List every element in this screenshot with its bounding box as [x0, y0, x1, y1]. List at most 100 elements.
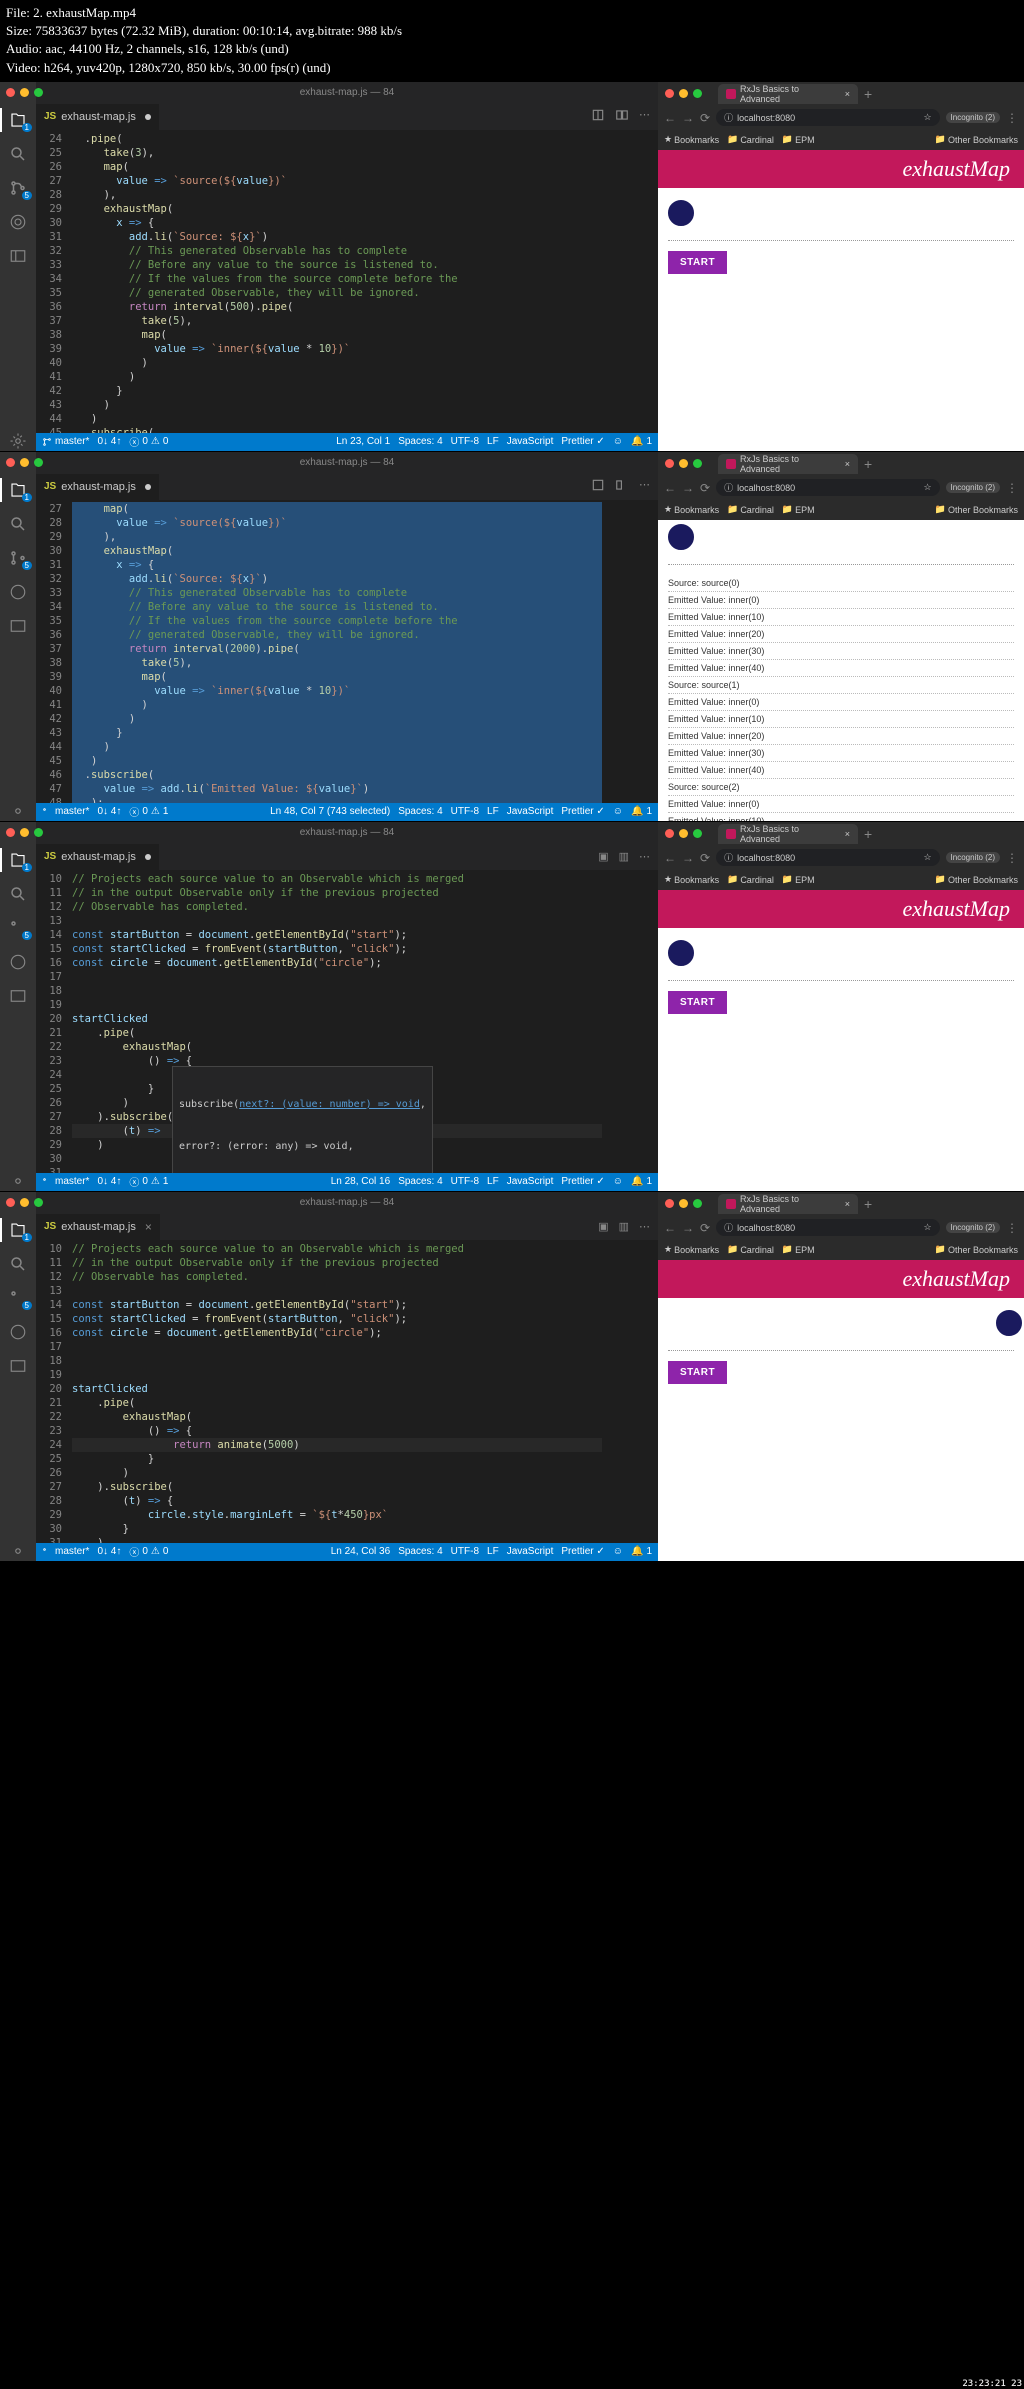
source-control-icon[interactable]: 5	[8, 178, 28, 198]
window-controls[interactable]	[6, 1198, 43, 1207]
extensions-icon[interactable]	[8, 212, 28, 232]
language-status[interactable]: JavaScript	[507, 436, 554, 447]
url-input[interactable]: ⓘlocalhost:8080☆	[716, 109, 939, 126]
explorer-icon[interactable]: 1	[8, 850, 28, 870]
browser-page[interactable]: exhaustMap START	[658, 1260, 1024, 1561]
bookmarks-folder[interactable]: ★ Bookmarks	[664, 134, 719, 145]
start-button[interactable]: START	[668, 991, 727, 1014]
menu-icon[interactable]: ⋮	[1006, 481, 1018, 495]
search-icon[interactable]	[8, 1254, 28, 1274]
back-icon[interactable]: ←	[664, 111, 676, 125]
cursor-position[interactable]: Ln 24, Col 36	[331, 1546, 391, 1557]
editor-tab[interactable]: JSexhaust-map.js	[36, 104, 159, 130]
settings-icon[interactable]	[8, 1541, 28, 1561]
editor-tab[interactable]: JSexhaust-map.js	[36, 474, 159, 500]
more-icon[interactable]: ⋯	[639, 478, 650, 495]
code-content[interactable]: map( value => `source(${value})` ), exha…	[72, 500, 602, 803]
sidebar-icon[interactable]	[8, 1356, 28, 1376]
explorer-icon[interactable]: 1	[8, 1220, 28, 1240]
git-sync[interactable]: 0↓ 4↑	[97, 436, 121, 447]
extensions-icon[interactable]	[8, 582, 28, 602]
editor-tab[interactable]: JSexhaust-map.js	[36, 844, 159, 870]
compare-icon[interactable]	[591, 108, 605, 125]
forward-icon[interactable]: →	[682, 481, 694, 495]
start-button[interactable]: START	[668, 1361, 727, 1384]
explorer-icon[interactable]: 1	[8, 110, 28, 130]
more-icon[interactable]: ⋯	[639, 1220, 650, 1233]
split-icon[interactable]: ▥	[619, 1220, 629, 1233]
other-bookmarks[interactable]: 📁 Other Bookmarks	[935, 134, 1018, 145]
code-content[interactable]: // Projects each source value to an Obse…	[72, 1240, 602, 1543]
indent-status[interactable]: Spaces: 4	[398, 436, 442, 447]
extensions-icon[interactable]	[8, 952, 28, 972]
source-control-icon[interactable]: 5	[8, 548, 28, 568]
minimap[interactable]	[602, 870, 658, 1173]
window-controls[interactable]	[6, 458, 43, 467]
code-editor[interactable]: 2425262728293031323334353637383940414243…	[36, 130, 658, 433]
search-icon[interactable]	[8, 144, 28, 164]
cursor-position[interactable]: Ln 23, Col 1	[336, 436, 390, 447]
notifications-icon[interactable]: 🔔 1	[631, 436, 652, 447]
git-branch[interactable]: master*	[42, 1176, 89, 1187]
problems-status[interactable]: ⓧ 0 ⚠ 1	[129, 804, 168, 819]
encoding-status[interactable]: UTF-8	[451, 436, 479, 447]
window-controls[interactable]	[6, 828, 43, 837]
browser-page[interactable]: exhaustMap START	[658, 150, 1024, 451]
bookmark-epm[interactable]: 📁 EPM	[782, 134, 815, 145]
source-control-icon[interactable]: 5	[8, 918, 28, 938]
browser-tab[interactable]: RxJs Basics to Advanced×	[718, 454, 858, 474]
settings-icon[interactable]	[8, 431, 28, 451]
eol-status[interactable]: LF	[487, 436, 499, 447]
incognito-badge[interactable]: Incognito (2)	[946, 112, 1000, 123]
forward-icon[interactable]: →	[682, 111, 694, 125]
code-editor[interactable]: 1011121314151617181920212223242526272829…	[36, 870, 658, 1173]
code-content[interactable]: // Projects each source value to an Obse…	[72, 870, 602, 1173]
cursor-position[interactable]: Ln 28, Col 16	[331, 1176, 391, 1187]
code-content[interactable]: .pipe( take(3), map( value => `source(${…	[72, 130, 602, 433]
git-branch[interactable]: master*	[42, 436, 89, 447]
settings-icon[interactable]	[8, 801, 28, 821]
reload-icon[interactable]: ⟳	[700, 481, 710, 495]
compare-icon[interactable]: ▣	[598, 850, 608, 863]
code-editor[interactable]: 1011121314151617181920212223242526272829…	[36, 1240, 658, 1543]
minimap[interactable]	[602, 1240, 658, 1543]
close-icon[interactable]: ×	[145, 1220, 152, 1234]
sidebar-icon[interactable]	[8, 246, 28, 266]
compare-icon[interactable]	[591, 478, 605, 495]
menu-icon[interactable]: ⋮	[1006, 111, 1018, 125]
reload-icon[interactable]: ⟳	[700, 111, 710, 125]
settings-icon[interactable]	[8, 1171, 28, 1191]
sidebar-icon[interactable]	[8, 986, 28, 1006]
browser-page[interactable]: exhaustMap START	[658, 890, 1024, 1191]
browser-window-controls[interactable]	[665, 459, 702, 468]
more-icon[interactable]: ⋯	[639, 108, 650, 125]
browser-tab[interactable]: RxJs Basics to Advanced×	[718, 1194, 858, 1214]
problems-status[interactable]: ⓧ 0 ⚠ 0	[129, 434, 168, 449]
bookmark-cardinal[interactable]: 📁 Cardinal	[727, 134, 774, 145]
git-sync[interactable]: 0↓ 4↑	[97, 806, 121, 817]
search-icon[interactable]	[8, 884, 28, 904]
new-tab-button[interactable]: +	[864, 86, 872, 102]
browser-page[interactable]: Source: source(0)Emitted Value: inner(0)…	[658, 520, 1024, 821]
git-branch[interactable]: master*	[42, 1546, 89, 1557]
url-input[interactable]: ⓘlocalhost:8080☆	[716, 479, 939, 496]
explorer-icon[interactable]: 1	[8, 480, 28, 500]
minimap[interactable]	[602, 130, 658, 433]
extensions-icon[interactable]	[8, 1322, 28, 1342]
new-tab-button[interactable]: +	[864, 456, 872, 472]
code-editor[interactable]: 2728293031323334353637383940414243444546…	[36, 500, 658, 803]
browser-window-controls[interactable]	[665, 89, 702, 98]
feedback-icon[interactable]: ☺	[613, 436, 623, 447]
start-button[interactable]: START	[668, 251, 727, 274]
back-icon[interactable]: ←	[664, 481, 676, 495]
cursor-position[interactable]: Ln 48, Col 7 (743 selected)	[270, 806, 390, 817]
split-icon[interactable]: ▥	[619, 850, 629, 863]
compare-icon[interactable]: ▣	[598, 1220, 608, 1233]
window-controls[interactable]	[6, 88, 43, 97]
split-icon[interactable]	[615, 478, 629, 495]
minimap[interactable]	[602, 500, 658, 803]
browser-tab[interactable]: RxJs Basics to Advanced×	[718, 84, 858, 104]
source-control-icon[interactable]: 5	[8, 1288, 28, 1308]
editor-tab[interactable]: JSexhaust-map.js×	[36, 1214, 160, 1240]
sidebar-icon[interactable]	[8, 616, 28, 636]
